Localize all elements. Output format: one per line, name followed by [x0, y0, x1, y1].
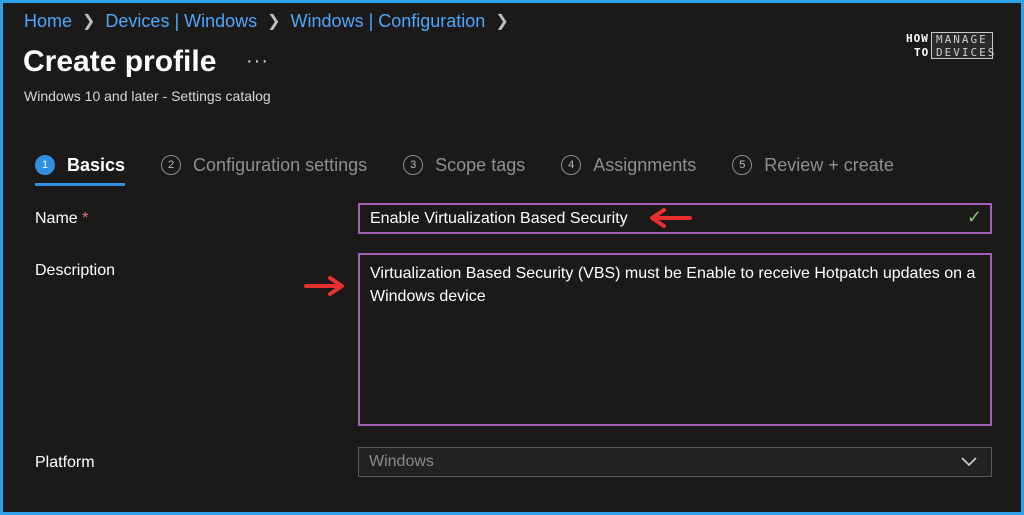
tab-label: Review + create	[764, 154, 894, 175]
tab-scope-tags[interactable]: 3 Scope tags	[403, 152, 525, 178]
chevron-down-icon	[961, 457, 977, 467]
chevron-right-icon: ❯	[495, 13, 509, 30]
step-number-badge: 4	[561, 155, 582, 175]
logo-how-text: HOW	[906, 32, 929, 45]
chevron-right-icon: ❯	[82, 13, 96, 30]
platform-select-value: Windows	[369, 453, 434, 470]
annotation-arrow-left-icon	[650, 208, 692, 228]
name-input-value: Enable Virtualization Based Security	[370, 210, 628, 227]
logo-devices-text: DEVICES	[936, 46, 997, 59]
tab-assignments[interactable]: 4 Assignments	[561, 152, 696, 178]
wizard-steps: 1 Basics 2 Configuration settings 3 Scop…	[35, 152, 930, 186]
tab-label: Configuration settings	[193, 154, 368, 175]
step-number-badge: 2	[161, 155, 182, 175]
logo-to-text: TO	[914, 46, 930, 59]
breadcrumb-windows-configuration[interactable]: Windows | Configuration	[291, 11, 486, 32]
name-label: Name *	[35, 210, 88, 228]
chevron-right-icon: ❯	[267, 13, 281, 30]
tab-basics[interactable]: 1 Basics	[35, 152, 126, 186]
annotation-arrow-right-icon	[304, 276, 344, 296]
name-label-text: Name	[35, 210, 78, 227]
tab-configuration-settings[interactable]: 2 Configuration settings	[161, 152, 367, 178]
platform-select[interactable]: Windows	[358, 447, 992, 477]
platform-label: Platform	[35, 454, 95, 471]
breadcrumb: Home ❯ Devices | Windows ❯ Windows | Con…	[24, 10, 509, 32]
more-options-button[interactable]: ···	[246, 50, 269, 73]
description-textarea-value: Virtualization Based Security (VBS) must…	[370, 265, 976, 305]
tab-label: Basics	[67, 154, 126, 175]
tab-label: Assignments	[593, 154, 697, 175]
tab-review-create[interactable]: 5 Review + create	[732, 152, 894, 178]
page-title: Create profile	[23, 45, 217, 78]
step-number-badge: 5	[732, 155, 753, 175]
logo-manage-text: MANAGE	[936, 33, 988, 46]
breadcrumb-devices-windows[interactable]: Devices | Windows	[105, 11, 257, 32]
page-subtitle: Windows 10 and later - Settings catalog	[24, 88, 271, 104]
howtomanagedevices-logo: HOW TO MANAGE DEVICES	[906, 32, 998, 62]
step-number-badge: 3	[403, 155, 424, 175]
description-textarea[interactable]: Virtualization Based Security (VBS) must…	[358, 253, 992, 426]
checkmark-icon: ✓	[966, 207, 982, 227]
description-label: Description	[35, 262, 116, 279]
breadcrumb-home[interactable]: Home	[24, 11, 72, 32]
tab-label: Scope tags	[435, 154, 526, 175]
step-number-badge: 1	[35, 155, 55, 175]
required-asterisk: *	[82, 210, 89, 227]
